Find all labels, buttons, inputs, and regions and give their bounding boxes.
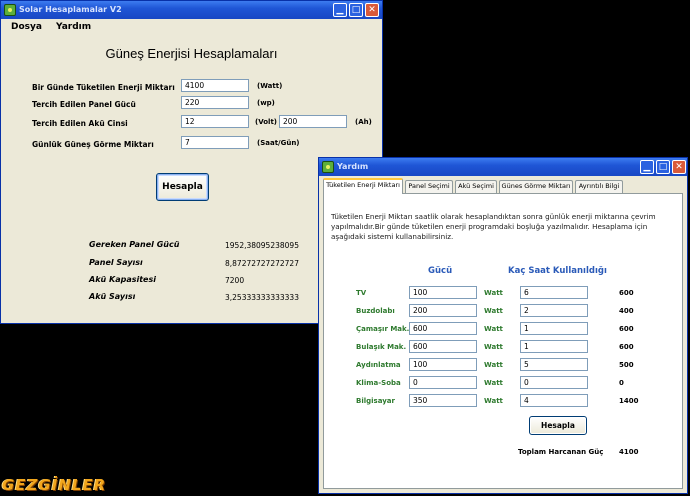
- help-calculate-button[interactable]: Hesapla: [529, 416, 587, 435]
- total-power-label: Toplam Harcanan Güç: [518, 448, 604, 456]
- panel-power-input[interactable]: 220: [181, 96, 249, 109]
- battery-ah-input[interactable]: 200: [279, 115, 347, 128]
- required-panel-power-label: Gereken Panel Gücü: [89, 240, 180, 249]
- device-hours-input[interactable]: 4: [520, 394, 588, 407]
- device-total: 500: [619, 361, 634, 369]
- watt-label: Watt: [484, 379, 503, 387]
- main-title: Solar Hesaplamalar V2: [19, 5, 122, 14]
- main-titlebar[interactable]: Solar Hesaplamalar V2 ▁ □ ✕: [1, 1, 382, 19]
- sun-hours-label: Günlük Güneş Görme Miktarı: [32, 140, 154, 149]
- device-power-input[interactable]: 200: [409, 304, 477, 317]
- device-name: Bulaşık Mak.: [356, 343, 407, 351]
- battery-volt-input[interactable]: 12: [181, 115, 249, 128]
- menu-yardim[interactable]: Yardım: [56, 22, 91, 32]
- energy-input[interactable]: 4100: [181, 79, 249, 92]
- watt-label: Watt: [484, 307, 503, 315]
- description-text: Tüketilen Enerji Miktarı saatlik olarak …: [331, 212, 656, 241]
- watt-label: Watt: [484, 343, 503, 351]
- help-maximize-button[interactable]: □: [656, 160, 670, 174]
- tab-strip: Tüketilen Enerji Miktarı Panel Seçimi Ak…: [323, 178, 683, 194]
- help-close-button[interactable]: ✕: [672, 160, 686, 174]
- page-title: Güneş Enerjisi Hesaplamaları: [105, 46, 278, 61]
- calculate-button[interactable]: Hesapla: [156, 173, 209, 201]
- device-hours-input[interactable]: 1: [520, 340, 588, 353]
- device-name: Bilgisayar: [356, 397, 395, 405]
- sun-hours-input[interactable]: 7: [181, 136, 249, 149]
- battery-capacity-value: 7200: [225, 276, 245, 285]
- tab-detailed-info[interactable]: Ayrıntılı Bilgi: [575, 180, 623, 193]
- watermark-logo: GEZGİNLER: [2, 476, 107, 494]
- device-total: 600: [619, 325, 634, 333]
- device-power-input[interactable]: 100: [409, 358, 477, 371]
- battery-volt-unit: (Volt): [255, 118, 277, 126]
- device-name: Çamaşır Mak.: [356, 325, 410, 333]
- tab-panel: Tüketilen Enerji Miktarı saatlik olarak …: [323, 193, 683, 489]
- help-title: Yardım: [337, 162, 369, 171]
- device-hours-input[interactable]: 5: [520, 358, 588, 371]
- close-button[interactable]: ✕: [365, 3, 379, 17]
- watt-label: Watt: [484, 289, 503, 297]
- app-icon: [4, 4, 16, 16]
- device-power-input[interactable]: 100: [409, 286, 477, 299]
- device-hours-input[interactable]: 2: [520, 304, 588, 317]
- watt-label: Watt: [484, 361, 503, 369]
- watt-label: Watt: [484, 325, 503, 333]
- energy-unit: (Watt): [257, 82, 283, 90]
- device-total: 1400: [619, 397, 639, 405]
- energy-label: Bir Günde Tüketilen Enerji Miktarı: [32, 83, 175, 92]
- tab-sun-hours[interactable]: Günes Görme Miktarı: [499, 180, 573, 193]
- battery-label: Tercih Edilen Akü Cinsi: [32, 119, 128, 128]
- panel-power-unit: (wp): [257, 99, 275, 107]
- required-panel-power-value: 1952,38095238095: [225, 241, 299, 250]
- total-power-value: 4100: [619, 448, 639, 456]
- tab-battery-selection[interactable]: Akü Seçimi: [455, 180, 497, 193]
- tab-consumed-energy[interactable]: Tüketilen Enerji Miktarı: [323, 178, 403, 194]
- battery-capacity-label: Akü Kapasitesi: [89, 275, 156, 284]
- maximize-button[interactable]: □: [349, 3, 363, 17]
- device-hours-input[interactable]: 6: [520, 286, 588, 299]
- menubar: Dosya Yardım: [1, 19, 382, 35]
- device-power-input[interactable]: 600: [409, 322, 477, 335]
- device-total: 600: [619, 289, 634, 297]
- help-app-icon: [322, 161, 334, 173]
- battery-ah-unit: (Ah): [355, 118, 372, 126]
- device-total: 400: [619, 307, 634, 315]
- tab-panel-selection[interactable]: Panel Seçimi: [405, 180, 453, 193]
- device-name: TV: [356, 289, 367, 297]
- device-power-input[interactable]: 600: [409, 340, 477, 353]
- hours-column-header: Kaç Saat Kullanıldığı: [508, 266, 607, 276]
- sun-hours-unit: (Saat/Gün): [257, 139, 300, 147]
- minimize-button[interactable]: ▁: [333, 3, 347, 17]
- help-window: Yardım ▁ □ ✕ Tüketilen Enerji Miktarı Pa…: [318, 157, 688, 494]
- panel-power-label: Tercih Edilen Panel Gücü: [32, 100, 136, 109]
- battery-count-value: 3,25333333333333: [225, 293, 299, 302]
- device-total: 600: [619, 343, 634, 351]
- device-name: Buzdolabı: [356, 307, 395, 315]
- device-power-input[interactable]: 0: [409, 376, 477, 389]
- device-power-input[interactable]: 350: [409, 394, 477, 407]
- device-name: Klima-Soba: [356, 379, 401, 387]
- menu-dosya[interactable]: Dosya: [11, 22, 42, 32]
- device-hours-input[interactable]: 1: [520, 322, 588, 335]
- power-column-header: Gücü: [428, 266, 453, 276]
- device-hours-input[interactable]: 0: [520, 376, 588, 389]
- device-name: Aydınlatma: [356, 361, 401, 369]
- device-total: 0: [619, 379, 624, 387]
- panel-count-value: 8,87272727272727: [225, 259, 299, 268]
- help-minimize-button[interactable]: ▁: [640, 160, 654, 174]
- watt-label: Watt: [484, 397, 503, 405]
- battery-count-label: Akü Sayısı: [89, 292, 136, 301]
- panel-count-label: Panel Sayısı: [89, 258, 143, 267]
- help-titlebar[interactable]: Yardım ▁ □ ✕: [319, 158, 687, 176]
